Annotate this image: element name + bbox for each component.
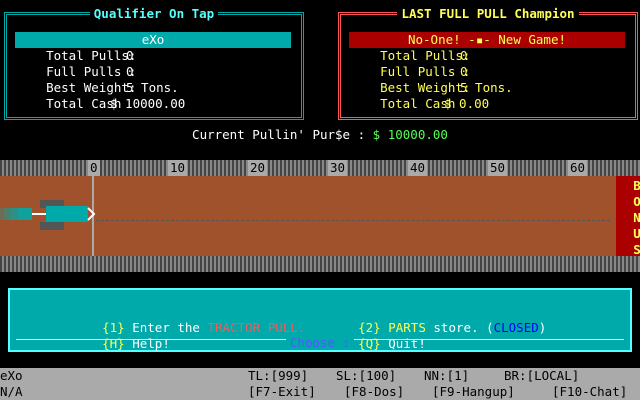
ruler-tick-0: 0 bbox=[88, 160, 100, 176]
champion-name: No-One! -▪- New Game! bbox=[349, 32, 625, 48]
champion-best-weight-row: Best Weight: 5 Tons. bbox=[350, 80, 513, 96]
parts-store-status: CLOSED bbox=[493, 320, 539, 335]
status-br: BR:[LOCAL] bbox=[504, 368, 580, 383]
choose-prompt[interactable]: Choose : bbox=[10, 335, 630, 351]
tractor-sprite bbox=[0, 200, 96, 230]
menu-item2-text: store. bbox=[433, 320, 479, 335]
purse-label: Current Pullin' Pur$e : bbox=[192, 127, 366, 142]
total-pulls-value: 0 bbox=[460, 48, 468, 63]
full-pulls-label: Full Pulls : bbox=[380, 64, 471, 79]
choose-prompt-label: Choose : bbox=[285, 335, 355, 350]
qualifier-best-weight-row: Best Weight: 5 Tons. bbox=[16, 80, 179, 96]
champion-title: LAST FULL PULL Champion bbox=[397, 6, 579, 21]
best-weight-value: 5 Tons. bbox=[460, 80, 513, 95]
tractor-body bbox=[46, 206, 88, 222]
full-pulls-label: Full Pulls : bbox=[46, 64, 137, 79]
qualifier-panel: Qualifier On Tap eXo Total Pulls: 0 Full… bbox=[4, 6, 304, 120]
best-weight-value: 5 Tons. bbox=[126, 80, 179, 95]
bonus-letter: N bbox=[633, 210, 640, 225]
track-center-line bbox=[96, 220, 610, 221]
ruler-tick-60: 60 bbox=[568, 160, 588, 176]
track-bottom-stripe bbox=[0, 256, 640, 272]
full-pulls-value: 0 bbox=[126, 64, 134, 79]
ruler-tick-20: 20 bbox=[248, 160, 268, 176]
current-purse: Current Pullin' Pur$e : $ 10000.00 bbox=[0, 127, 640, 143]
status-f7-exit[interactable]: [F7-Exit] bbox=[248, 384, 316, 400]
champion-panel: LAST FULL PULL Champion No-One! -▪- New … bbox=[338, 6, 638, 120]
exhaust-trail bbox=[0, 208, 32, 220]
champion-total-pulls-row: Total Pulls: 0 bbox=[350, 48, 470, 64]
rear-wheel-bottom bbox=[40, 222, 64, 230]
total-pulls-label: Total Pulls: bbox=[380, 48, 471, 63]
full-pulls-value: 0 bbox=[460, 64, 468, 79]
total-pulls-label: Total Pulls: bbox=[46, 48, 137, 63]
main-menu: {1} Enter the TRACTOR PULL. {2} PARTS st… bbox=[8, 288, 632, 352]
qualifier-title: Qualifier On Tap bbox=[89, 6, 219, 21]
qualifier-name: eXo bbox=[15, 32, 291, 48]
bonus-zone: BONUS bbox=[616, 176, 640, 257]
total-pulls-value: 0 bbox=[126, 48, 134, 63]
purse-amount: $ 10000.00 bbox=[372, 127, 448, 142]
menu-item1-highlight: TRACTOR PULL. bbox=[207, 320, 306, 335]
status-line2-left: N/A bbox=[0, 384, 23, 399]
qualifier-total-pulls-row: Total Pulls: 0 bbox=[16, 48, 136, 64]
status-user: eXo bbox=[0, 368, 23, 383]
status-tl: TL:[999] bbox=[248, 368, 309, 383]
champion-total-cash-row: Total Cash $ 0.00 bbox=[350, 96, 489, 112]
status-f10-chat[interactable]: [F10-Chat] bbox=[552, 384, 627, 400]
best-weight-label: Best Weight: bbox=[380, 80, 471, 95]
bonus-letter: U bbox=[633, 226, 640, 241]
ruler-tick-10: 10 bbox=[168, 160, 188, 176]
best-weight-label: Best Weight: bbox=[46, 80, 137, 95]
total-cash-value: $ 0.00 bbox=[444, 96, 490, 111]
ruler-tick-40: 40 bbox=[408, 160, 428, 176]
ruler-tick-30: 30 bbox=[328, 160, 348, 176]
status-f9-hangup[interactable]: [F9-Hangup] bbox=[432, 384, 515, 400]
status-sl: SL:[100] bbox=[336, 368, 397, 383]
ruler-tick-50: 50 bbox=[488, 160, 508, 176]
total-cash-value: $ 10000.00 bbox=[110, 96, 186, 111]
bonus-letter: B bbox=[633, 178, 640, 193]
bonus-letter: O bbox=[633, 194, 640, 209]
qualifier-total-cash-row: Total Cash $ 10000.00 bbox=[16, 96, 185, 112]
champion-full-pulls-row: Full Pulls : 0 bbox=[350, 64, 470, 80]
qualifier-full-pulls-row: Full Pulls : 0 bbox=[16, 64, 136, 80]
status-f8-dos[interactable]: [F8-Dos] bbox=[344, 384, 404, 400]
bbs-status-bar: eXo TL:[999] SL:[100] NN:[1] BR:[LOCAL] … bbox=[0, 368, 640, 400]
status-nn: NN:[1] bbox=[424, 368, 470, 383]
